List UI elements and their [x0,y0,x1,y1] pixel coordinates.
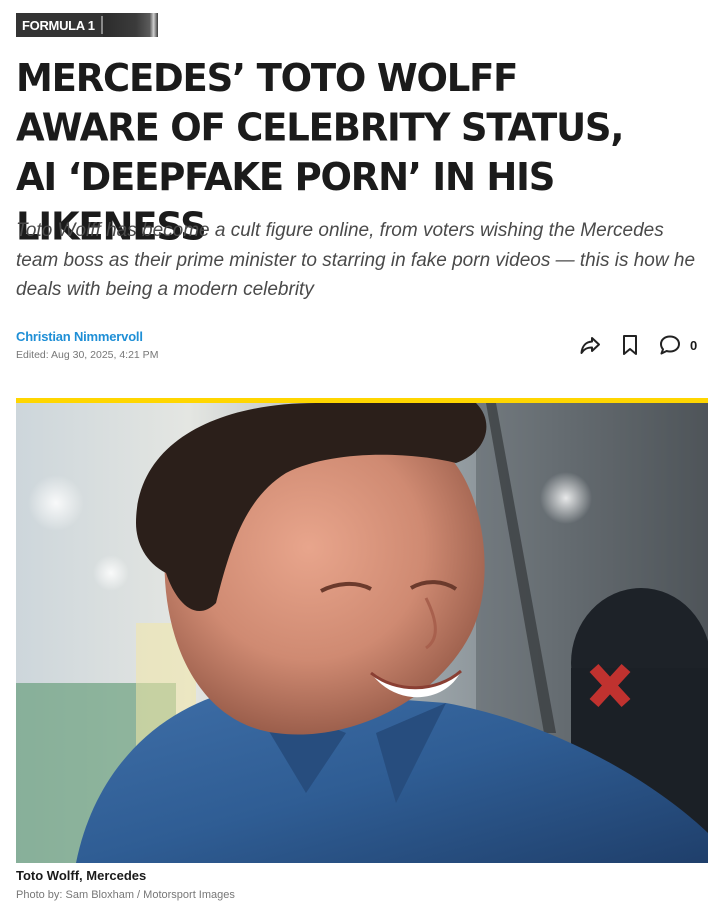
edited-timestamp: Edited: Aug 30, 2025, 4:21 PM [16,349,159,361]
article-hero-image[interactable] [16,398,708,863]
category-badge[interactable]: FORMULA 1 [16,13,158,37]
image-caption: Toto Wolff, Mercedes [16,868,147,883]
share-icon[interactable] [578,333,602,357]
article-subtitle: Toto Wolff has become a cult figure onli… [16,220,696,300]
image-credit: Photo by: Sam Bloxham / Motorsport Image… [16,889,235,901]
bookmark-icon[interactable] [618,333,642,357]
badge-graphic [102,13,158,37]
article-actions: 0 [578,333,697,357]
comment-count: 0 [690,337,698,353]
category-label: FORMULA 1 [22,17,95,33]
comments-button[interactable]: 0 [658,333,697,357]
speech-bubble-icon [658,333,682,357]
author-link[interactable]: Christian Nimmervoll [16,329,143,344]
